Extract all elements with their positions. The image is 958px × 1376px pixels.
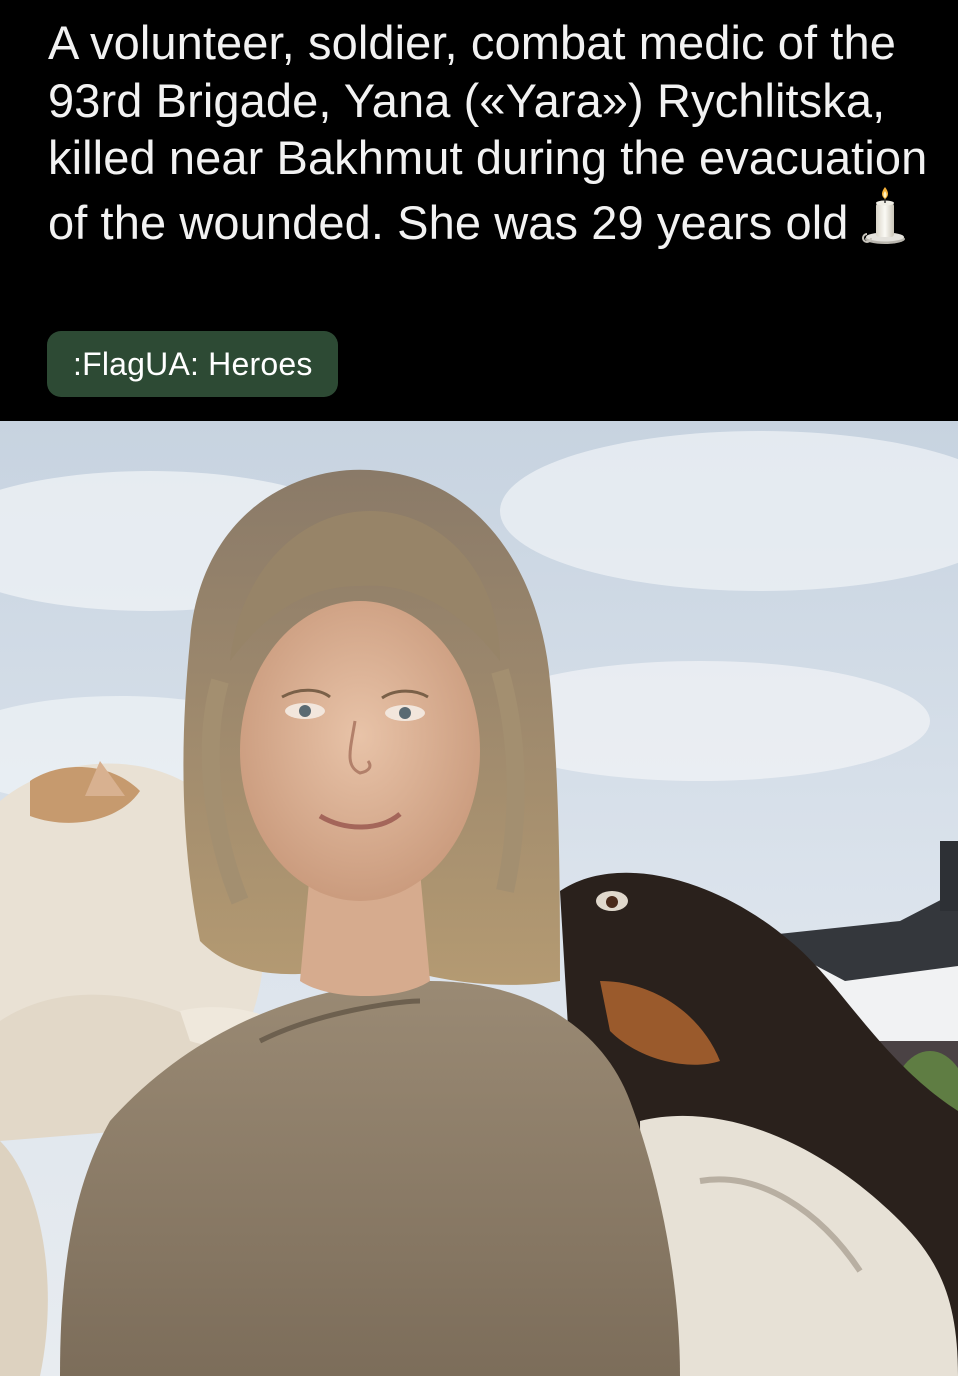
candle-icon [859, 186, 909, 247]
post-title[interactable]: A volunteer, soldier, combat medic of th… [48, 14, 928, 251]
post-title-text: A volunteer, soldier, combat medic of th… [48, 16, 928, 249]
photo-image [0, 421, 958, 1376]
post-header: A volunteer, soldier, combat medic of th… [0, 0, 958, 421]
post-photo[interactable] [0, 421, 958, 1376]
flair-chip[interactable]: :FlagUA: Heroes [47, 331, 338, 397]
